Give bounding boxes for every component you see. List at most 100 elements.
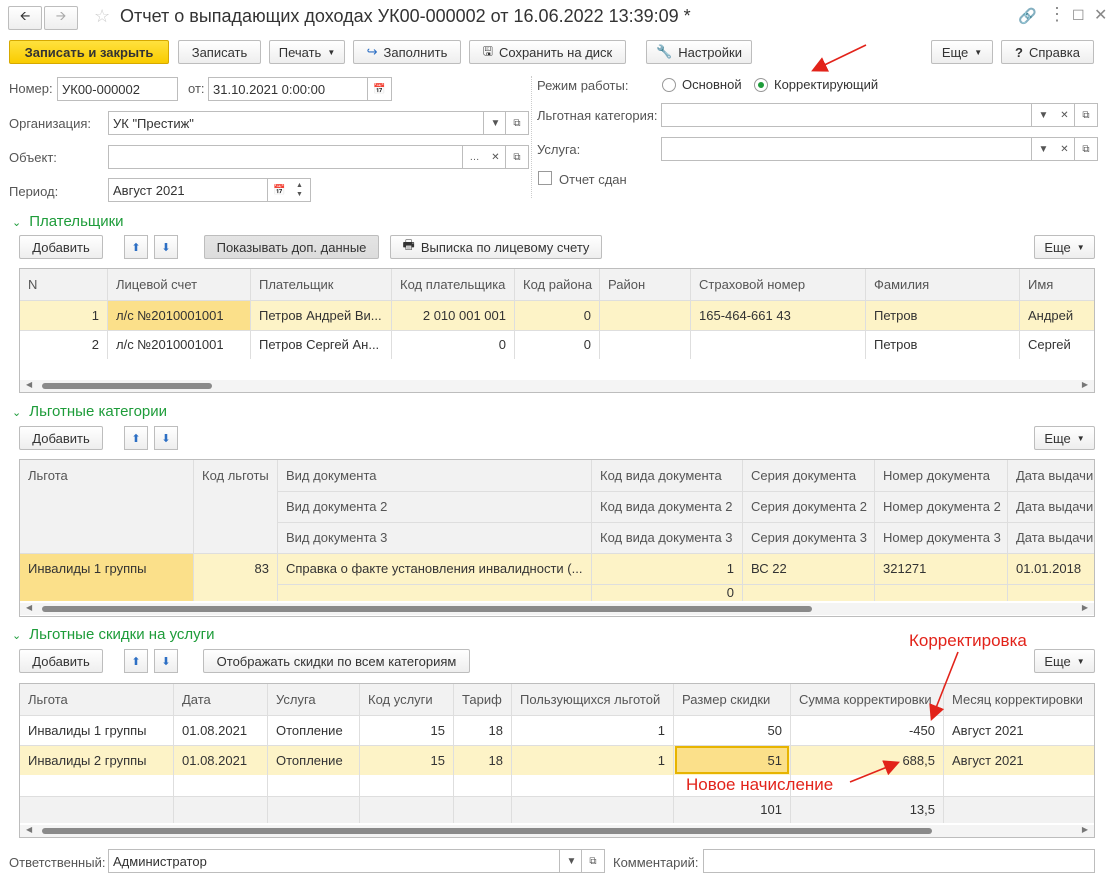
col-header[interactable]: Дата выдачи xyxy=(1008,522,1094,553)
col-header[interactable]: Льгота xyxy=(20,460,193,491)
col-header[interactable]: Номер документа xyxy=(875,460,1007,491)
cell-users[interactable]: 1 xyxy=(512,715,673,745)
maximize-icon[interactable]: ☐ xyxy=(1072,7,1085,24)
cell-district[interactable] xyxy=(600,330,690,359)
cell-district-code[interactable]: 0 xyxy=(515,300,599,330)
col-header[interactable]: Дата выдачи xyxy=(1008,491,1094,522)
cell-district[interactable] xyxy=(600,300,690,330)
favorite-star-icon[interactable]: ☆ xyxy=(94,6,110,27)
cell-doccode-2[interactable]: 0 xyxy=(592,584,742,601)
categories-add-button[interactable]: Добавить xyxy=(19,426,103,450)
move-up-icon[interactable]: ⬆ xyxy=(124,235,148,259)
categories-section-title[interactable]: ⌄ Льготные категории xyxy=(12,403,167,420)
cell-payer[interactable]: Петров Андрей Ви... xyxy=(251,300,391,330)
open-icon[interactable]: ⧉ xyxy=(1074,137,1098,161)
save-and-close-button[interactable]: Записать и закрыть xyxy=(9,40,169,64)
discounts-grid[interactable]: Льгота Дата Услуга Код услуги Тариф Поль… xyxy=(19,683,1095,838)
show-extra-button[interactable]: Показывать доп. данные xyxy=(204,235,379,259)
cell-payer-code[interactable]: 0 xyxy=(392,330,514,359)
statement-button[interactable]: 🖶 Выписка по лицевому счету xyxy=(390,235,602,259)
cell-payer[interactable]: Петров Сергей Ан... xyxy=(251,330,391,359)
col-header[interactable]: Код вида документа xyxy=(592,460,742,491)
scroll-left-icon[interactable]: ◀ xyxy=(26,380,32,389)
col-header[interactable]: Вид документа xyxy=(278,460,591,491)
horizontal-scrollbar[interactable]: ◀ ▶ xyxy=(20,825,1094,837)
cell-name[interactable]: Сергей xyxy=(1020,330,1094,359)
col-header[interactable]: Номер документа 3 xyxy=(875,522,1007,553)
col-header[interactable]: Серия документа 3 xyxy=(743,522,874,553)
col-header[interactable]: Сумма корректировки xyxy=(791,684,943,715)
more-vertical-icon[interactable]: ⋮ xyxy=(1048,4,1066,25)
col-header[interactable]: Серия документа 2 xyxy=(743,491,874,522)
col-header[interactable]: Код плательщика xyxy=(392,269,514,300)
number-field[interactable]: УК00-000002 xyxy=(57,77,178,101)
cell-n[interactable]: 2 xyxy=(20,330,107,359)
scroll-thumb[interactable] xyxy=(42,383,212,389)
move-down-icon[interactable]: ⬇ xyxy=(154,426,178,450)
open-icon[interactable]: ⧉ xyxy=(1074,103,1098,127)
cell-users[interactable]: 1 xyxy=(512,745,673,775)
col-header[interactable]: Размер скидки xyxy=(674,684,790,715)
stepper-icon[interactable]: ▲ ▼ xyxy=(289,178,311,202)
cell-month[interactable]: Август 2021 xyxy=(944,745,1094,775)
col-header[interactable]: Льгота xyxy=(20,684,173,715)
move-down-icon[interactable]: ⬇ xyxy=(154,649,178,673)
payers-add-button[interactable]: Добавить xyxy=(19,235,103,259)
horizontal-scrollbar[interactable]: ◀ ▶ xyxy=(20,380,1094,392)
cell-service-code[interactable]: 15 xyxy=(360,745,453,775)
save-button[interactable]: Записать xyxy=(178,40,261,64)
scroll-right-icon[interactable]: ▶ xyxy=(1082,825,1088,834)
col-header[interactable]: Имя xyxy=(1020,269,1094,300)
open-icon[interactable]: ⧉ xyxy=(505,145,529,169)
horizontal-scrollbar[interactable]: ◀ ▶ xyxy=(20,603,1094,615)
cell-series[interactable]: ВС 22 xyxy=(743,553,874,584)
col-header[interactable]: N xyxy=(20,269,107,300)
cell-service[interactable]: Отопление xyxy=(268,745,359,775)
cell-tariff[interactable]: 18 xyxy=(454,715,511,745)
categories-grid[interactable]: Льгота Код льготы Вид документа Вид доку… xyxy=(19,459,1095,617)
cell-benefit[interactable]: Инвалиды 1 группы xyxy=(20,553,193,584)
col-header[interactable]: Тариф xyxy=(454,684,511,715)
cell-name[interactable]: Андрей xyxy=(1020,300,1094,330)
col-header[interactable]: Лицевой счет xyxy=(108,269,250,300)
show-all-discounts-button[interactable]: Отображать скидки по всем категориям xyxy=(203,649,470,673)
object-field[interactable] xyxy=(108,145,463,169)
comment-field[interactable] xyxy=(703,849,1095,873)
discounts-more-button[interactable]: Еще ▼ xyxy=(1034,649,1095,673)
save-to-disk-button[interactable]: 🖫 Сохранить на диск xyxy=(469,40,626,64)
col-header[interactable]: Услуга xyxy=(268,684,359,715)
cell-month[interactable]: Август 2021 xyxy=(944,715,1094,745)
back-button[interactable]: 🡨 xyxy=(8,6,42,30)
col-header[interactable]: Код вида документа 2 xyxy=(592,491,742,522)
cell-correction[interactable]: 688,5 xyxy=(791,745,943,775)
scroll-thumb[interactable] xyxy=(42,606,812,612)
col-header[interactable]: Плательщик xyxy=(251,269,391,300)
scroll-thumb[interactable] xyxy=(42,828,932,834)
cell-doccode[interactable]: 1 xyxy=(592,553,742,584)
scroll-left-icon[interactable]: ◀ xyxy=(26,825,32,834)
scroll-right-icon[interactable]: ▶ xyxy=(1082,380,1088,389)
open-icon[interactable]: ⧉ xyxy=(505,111,529,135)
move-up-icon[interactable]: ⬆ xyxy=(124,426,148,450)
cell-code[interactable]: 83 xyxy=(194,553,277,584)
calendar-icon[interactable]: 📅 xyxy=(368,77,392,101)
period-field[interactable]: Август 2021 xyxy=(108,178,268,202)
cell-account[interactable]: л/с №2010001001 xyxy=(108,330,250,359)
col-header[interactable]: Код услуги xyxy=(360,684,453,715)
move-up-icon[interactable]: ⬆ xyxy=(124,649,148,673)
discounts-section-title[interactable]: ⌄ Льготные скидки на услуги xyxy=(12,626,215,643)
cell-surname[interactable]: Петров xyxy=(866,300,1019,330)
cell-tariff[interactable]: 18 xyxy=(454,745,511,775)
cell-date[interactable]: 01.08.2021 xyxy=(174,745,267,775)
forward-button[interactable]: 🡪 xyxy=(44,6,78,30)
cell-benefit[interactable]: Инвалиды 2 группы xyxy=(20,745,173,775)
org-field[interactable]: УК "Престиж" xyxy=(108,111,484,135)
help-button[interactable]: ? Справка xyxy=(1001,40,1094,64)
col-header[interactable]: Фамилия xyxy=(866,269,1019,300)
cell-account[interactable]: л/с №2010001001 xyxy=(108,300,250,330)
fill-button[interactable]: ↪ Заполнить xyxy=(353,40,461,64)
close-icon[interactable]: ✕ xyxy=(1094,5,1107,25)
link-icon[interactable]: 🔗 xyxy=(1018,7,1037,25)
cell-surname[interactable]: Петров xyxy=(866,330,1019,359)
col-header[interactable]: Дата xyxy=(174,684,267,715)
